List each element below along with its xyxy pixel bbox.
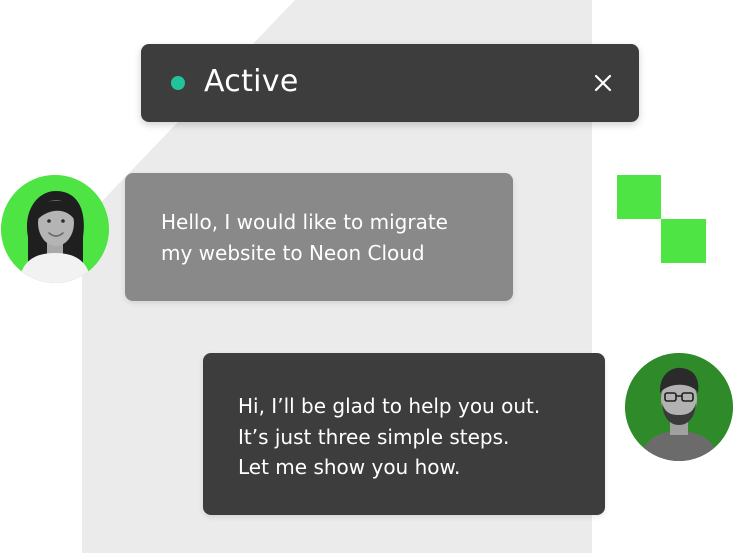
- status-dot-icon: [171, 76, 185, 90]
- agent-avatar: [625, 353, 733, 461]
- customer-avatar: [1, 175, 109, 283]
- customer-message-line: Hello, I would like to migrate: [161, 210, 448, 234]
- status-label: Active: [204, 64, 299, 99]
- customer-message-line: my website to Neon Cloud: [161, 241, 425, 265]
- green-pixel-decoration: [661, 219, 706, 263]
- agent-message-line: Hi, I’ll be glad to help you out.: [238, 394, 541, 418]
- close-icon[interactable]: [590, 70, 616, 96]
- green-pixel-decoration: [617, 175, 661, 219]
- chat-widget-illustration: Active Hello, I would like to migrate my…: [0, 0, 734, 553]
- customer-message-bubble: [125, 173, 513, 301]
- agent-message-line: It’s just three simple steps.: [238, 425, 510, 449]
- agent-message-line: Let me show you how.: [238, 455, 461, 479]
